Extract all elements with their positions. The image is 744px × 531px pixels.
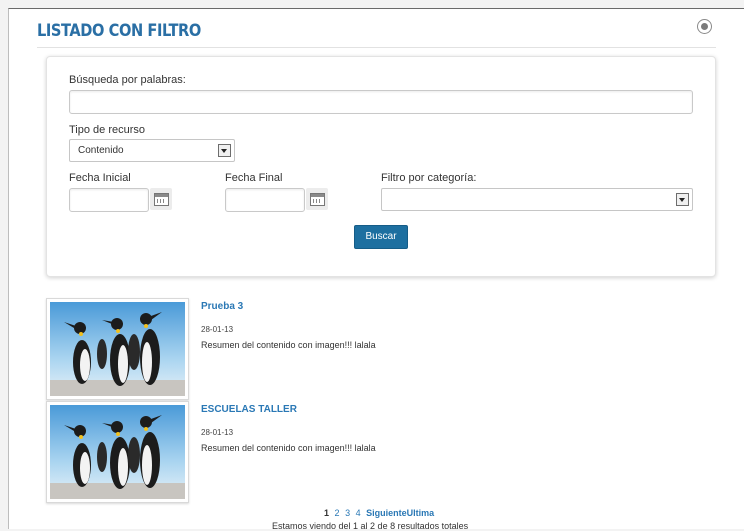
pagination-info: Estamos viendo del 1 al 2 de 8 resultado… bbox=[272, 521, 469, 531]
start-date-input[interactable] bbox=[69, 188, 149, 212]
end-date-calendar-button[interactable] bbox=[306, 188, 328, 210]
resource-type-select[interactable]: Contenido bbox=[69, 139, 235, 162]
category-filter-select[interactable] bbox=[381, 188, 693, 211]
end-date-label: Fecha Final bbox=[225, 172, 283, 184]
title-divider bbox=[37, 47, 716, 48]
pagination-next-last-link[interactable]: SiguienteUltima bbox=[366, 508, 434, 518]
keywords-label: Búsqueda por palabras: bbox=[69, 74, 186, 86]
result-date: 28-01-13 bbox=[201, 428, 234, 437]
chevron-down-icon[interactable] bbox=[676, 193, 689, 206]
pagination-current-page: 1 bbox=[324, 508, 330, 518]
resource-type-label: Tipo de recurso bbox=[69, 124, 146, 136]
chevron-down-icon[interactable] bbox=[218, 144, 231, 157]
calendar-icon bbox=[154, 193, 169, 206]
result-thumbnail[interactable] bbox=[46, 298, 189, 400]
portlet-title: LISTADO CON FILTRO bbox=[37, 21, 201, 41]
calendar-icon bbox=[310, 193, 325, 206]
resource-type-value: Contenido bbox=[78, 145, 124, 156]
penguins-image bbox=[50, 302, 185, 396]
result-thumbnail[interactable] bbox=[46, 401, 189, 503]
result-summary: Resumen del contenido con imagen!!! lala… bbox=[201, 340, 376, 350]
pagination-page-link[interactable]: 3 bbox=[345, 508, 350, 518]
category-filter-label: Filtro por categoría: bbox=[381, 172, 477, 184]
result-title-link[interactable]: Prueba 3 bbox=[201, 301, 243, 312]
pagination: 1 2 3 4 SiguienteUltima bbox=[324, 508, 434, 518]
result-summary: Resumen del contenido con imagen!!! lala… bbox=[201, 443, 376, 453]
pagination-page-link[interactable]: 2 bbox=[335, 508, 340, 518]
result-title-link[interactable]: ESCUELAS TALLER bbox=[201, 404, 297, 415]
penguins-image bbox=[50, 405, 185, 499]
pagination-page-link[interactable]: 4 bbox=[356, 508, 361, 518]
search-button[interactable]: Buscar bbox=[354, 225, 408, 249]
keywords-input[interactable] bbox=[69, 90, 693, 114]
start-date-calendar-button[interactable] bbox=[150, 188, 172, 210]
end-date-input[interactable] bbox=[225, 188, 305, 212]
result-date: 28-01-13 bbox=[201, 325, 234, 334]
options-icon[interactable] bbox=[697, 19, 712, 34]
start-date-label: Fecha Inicial bbox=[69, 172, 131, 184]
